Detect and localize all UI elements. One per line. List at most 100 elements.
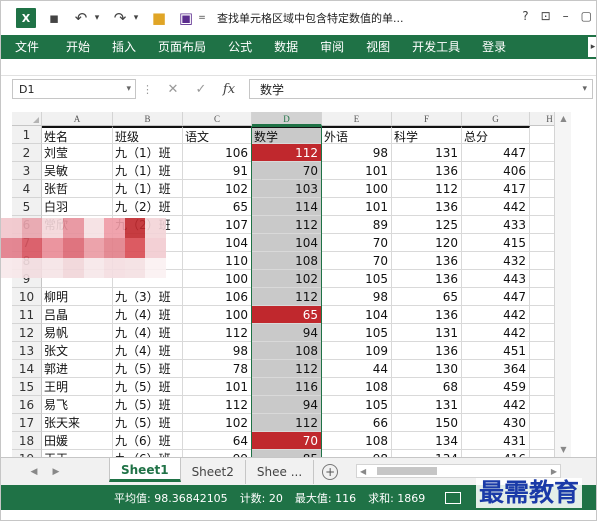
cell-total[interactable]: 430 bbox=[462, 414, 530, 432]
cell-total[interactable]: 443 bbox=[462, 270, 530, 288]
tab-sheet2[interactable]: Sheet2 bbox=[181, 459, 246, 484]
cell-science[interactable]: 112 bbox=[392, 180, 462, 198]
cell-english[interactable]: 101 bbox=[322, 162, 392, 180]
cell-class[interactable]: 九（1）班 bbox=[113, 162, 183, 180]
cell-total[interactable]: 364 bbox=[462, 360, 530, 378]
sheet-nav-prev-icon[interactable]: ◀ bbox=[23, 467, 45, 477]
cell-english[interactable]: 101 bbox=[322, 198, 392, 216]
cell-name[interactable]: 吴敏 bbox=[42, 162, 113, 180]
cell-total[interactable]: 417 bbox=[462, 180, 530, 198]
redo-icon[interactable]: ↷ bbox=[111, 9, 129, 27]
cell-total[interactable]: 432 bbox=[462, 252, 530, 270]
name-box[interactable]: D1 ▾ bbox=[12, 79, 136, 99]
header-cell-name[interactable]: 姓名 bbox=[42, 126, 113, 144]
column-header-b[interactable]: B bbox=[113, 112, 183, 126]
cell-chinese[interactable]: 64 bbox=[183, 432, 252, 450]
cell-science[interactable]: 131 bbox=[392, 144, 462, 162]
sheet-nav-next-icon[interactable]: ▶ bbox=[45, 467, 67, 477]
cell-math-highlighted[interactable]: 70 bbox=[252, 432, 322, 450]
cell-chinese[interactable]: 112 bbox=[183, 324, 252, 342]
cell-chinese[interactable]: 104 bbox=[183, 234, 252, 252]
cell-class[interactable]: 九（5）班 bbox=[113, 378, 183, 396]
cell-name[interactable]: 吕晶 bbox=[42, 306, 113, 324]
cell-class[interactable]: 九（1）班 bbox=[113, 144, 183, 162]
scroll-down-icon[interactable]: ▼ bbox=[556, 443, 571, 457]
cell-english[interactable]: 105 bbox=[322, 324, 392, 342]
row-header[interactable]: 17 bbox=[12, 414, 42, 432]
column-header-a[interactable]: A bbox=[42, 112, 113, 126]
cancel-icon[interactable]: ✕ bbox=[159, 82, 187, 97]
cell-name[interactable]: 刘莹 bbox=[42, 144, 113, 162]
column-header-g[interactable]: G bbox=[462, 112, 530, 126]
row-header[interactable]: 10 bbox=[12, 288, 42, 306]
cell-math[interactable]: 108 bbox=[252, 342, 322, 360]
cell-chinese[interactable]: 98 bbox=[183, 342, 252, 360]
normal-view-icon[interactable] bbox=[445, 491, 462, 504]
tab-view[interactable]: 视图 bbox=[355, 35, 401, 59]
cell-class[interactable]: 九（5）班 bbox=[113, 396, 183, 414]
cell-math[interactable]: 112 bbox=[252, 216, 322, 234]
add-sheet-icon[interactable]: + bbox=[322, 463, 339, 480]
cell-math[interactable]: 108 bbox=[252, 252, 322, 270]
cell-name[interactable]: 白羽 bbox=[42, 198, 113, 216]
cell-math[interactable]: 112 bbox=[252, 360, 322, 378]
tab-developer[interactable]: 开发工具 bbox=[401, 35, 471, 59]
row-header[interactable]: 18 bbox=[12, 432, 42, 450]
row-header[interactable]: 12 bbox=[12, 324, 42, 342]
cell-name[interactable]: 张文 bbox=[42, 342, 113, 360]
row-header[interactable]: 14 bbox=[12, 360, 42, 378]
cell-english[interactable]: 104 bbox=[322, 306, 392, 324]
cell-math[interactable]: 70 bbox=[252, 162, 322, 180]
tab-home[interactable]: 开始 bbox=[55, 35, 101, 59]
cell-science[interactable]: 68 bbox=[392, 378, 462, 396]
tab-sheet1[interactable]: Sheet1 bbox=[109, 457, 181, 482]
cell-science[interactable]: 120 bbox=[392, 234, 462, 252]
cell-name[interactable]: 郭进 bbox=[42, 360, 113, 378]
customize-toolbar-icon[interactable]: = bbox=[197, 13, 207, 23]
scroll-left-icon[interactable]: ◀ bbox=[360, 465, 366, 478]
cell-science[interactable]: 150 bbox=[392, 414, 462, 432]
cell-science[interactable]: 136 bbox=[392, 252, 462, 270]
cell-science[interactable]: 131 bbox=[392, 396, 462, 414]
cell-english[interactable]: 105 bbox=[322, 270, 392, 288]
cell-total[interactable]: 442 bbox=[462, 324, 530, 342]
cell-total[interactable]: 433 bbox=[462, 216, 530, 234]
expand-formula-bar-icon[interactable]: ▾ bbox=[582, 84, 587, 94]
cell-science[interactable]: 65 bbox=[392, 288, 462, 306]
row-header[interactable]: 11 bbox=[12, 306, 42, 324]
tab-formulas[interactable]: 公式 bbox=[217, 35, 263, 59]
minimize-icon[interactable]: – bbox=[563, 9, 569, 23]
cell-english[interactable]: 109 bbox=[322, 342, 392, 360]
cell-name[interactable]: 张天来 bbox=[42, 414, 113, 432]
cell-math[interactable]: 116 bbox=[252, 378, 322, 396]
column-header-c[interactable]: C bbox=[183, 112, 252, 126]
cell-math[interactable]: 112 bbox=[252, 288, 322, 306]
save-as-icon[interactable]: ▣ bbox=[177, 9, 195, 27]
row-header[interactable]: 1 bbox=[12, 126, 42, 144]
cell-chinese[interactable]: 110 bbox=[183, 252, 252, 270]
cell-name[interactable]: 王明 bbox=[42, 378, 113, 396]
cell-total[interactable]: 415 bbox=[462, 234, 530, 252]
cell-math[interactable]: 103 bbox=[252, 180, 322, 198]
cell-chinese[interactable]: 78 bbox=[183, 360, 252, 378]
cell-science[interactable]: 131 bbox=[392, 324, 462, 342]
cell-english[interactable]: 70 bbox=[322, 252, 392, 270]
cell-science[interactable]: 136 bbox=[392, 198, 462, 216]
cell-class[interactable]: 九（2）班 bbox=[113, 198, 183, 216]
row-header[interactable]: 16 bbox=[12, 396, 42, 414]
cell-class[interactable]: 九（5）班 bbox=[113, 360, 183, 378]
header-cell-total[interactable]: 总分 bbox=[462, 126, 530, 144]
cell-science[interactable]: 136 bbox=[392, 342, 462, 360]
sign-in-link[interactable]: 登录 bbox=[471, 35, 517, 59]
cell-chinese[interactable]: 91 bbox=[183, 162, 252, 180]
cell-english[interactable]: 70 bbox=[322, 234, 392, 252]
cell-math[interactable]: 104 bbox=[252, 234, 322, 252]
cell-science[interactable]: 136 bbox=[392, 270, 462, 288]
cell-science[interactable]: 136 bbox=[392, 306, 462, 324]
row-header[interactable]: 13 bbox=[12, 342, 42, 360]
cell-total[interactable]: 406 bbox=[462, 162, 530, 180]
horizontal-scroll-thumb[interactable] bbox=[377, 467, 437, 475]
redo-dropdown-icon[interactable]: ▾ bbox=[131, 13, 141, 23]
cell-total[interactable]: 447 bbox=[462, 288, 530, 306]
cell-math[interactable]: 102 bbox=[252, 270, 322, 288]
